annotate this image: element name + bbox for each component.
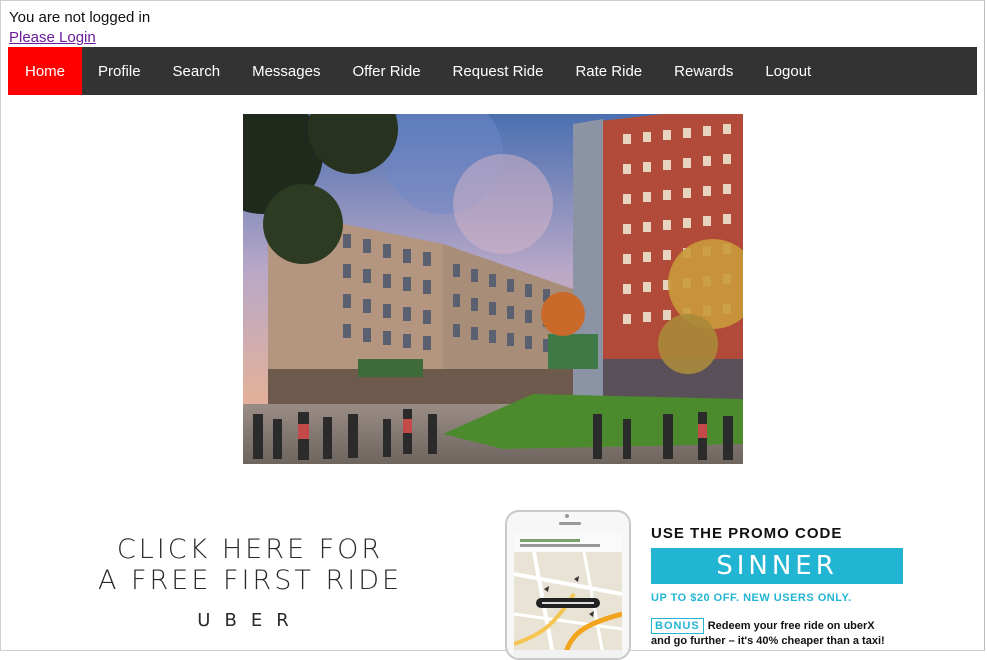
uber-logo-text: UBER xyxy=(197,610,303,631)
hero-building-image xyxy=(243,114,743,464)
uber-promo-banner[interactable]: CLICK HERE FOR A FREE FIRST RIDE UBER US… xyxy=(0,500,987,660)
map-icon xyxy=(514,534,622,658)
main-nav: Home Profile Search Messages Offer Ride … xyxy=(8,47,977,95)
nav-item-profile[interactable]: Profile xyxy=(82,47,157,95)
promo-code-panel: USE THE PROMO CODE SINNER UP TO $20 OFF.… xyxy=(651,525,911,648)
nav-item-search[interactable]: Search xyxy=(157,47,237,95)
nav-item-offer-ride[interactable]: Offer Ride xyxy=(336,47,436,95)
promo-code-box: SINNER xyxy=(651,548,903,584)
promo-offer-text: UP TO $20 OFF. NEW USERS ONLY. xyxy=(651,592,852,604)
nav-item-home[interactable]: Home xyxy=(8,47,83,95)
phone-illustration xyxy=(505,510,631,660)
nav-item-rewards[interactable]: Rewards xyxy=(658,47,749,95)
bonus-line-1: Redeem your free ride on uberX xyxy=(707,620,875,632)
promo-line-1: CLICK HERE FOR xyxy=(116,534,384,565)
phone-camera-icon xyxy=(565,514,569,518)
promo-code-heading: USE THE PROMO CODE xyxy=(651,525,843,542)
promo-bonus-text: BONUS Redeem your free ride on uberX and … xyxy=(651,618,911,648)
nav-item-logout[interactable]: Logout xyxy=(749,47,827,95)
bonus-badge: BONUS xyxy=(651,618,704,634)
phone-map-screen xyxy=(514,534,622,658)
nav-item-rate-ride[interactable]: Rate Ride xyxy=(559,47,658,95)
login-link[interactable]: Please Login xyxy=(9,29,96,47)
nav-item-request-ride[interactable]: Request Ride xyxy=(437,47,560,95)
uber-promo-text[interactable]: CLICK HERE FOR A FREE FIRST RIDE UBER xyxy=(40,534,460,631)
bonus-line-2: and go further – it's 40% cheaper than a… xyxy=(651,635,885,647)
phone-speaker-icon xyxy=(559,522,581,525)
nav-item-messages[interactable]: Messages xyxy=(236,47,336,95)
login-status-text: You are not logged in xyxy=(9,9,151,26)
promo-line-2: A FREE FIRST RIDE xyxy=(97,565,403,596)
building-rendering-image xyxy=(243,114,743,464)
